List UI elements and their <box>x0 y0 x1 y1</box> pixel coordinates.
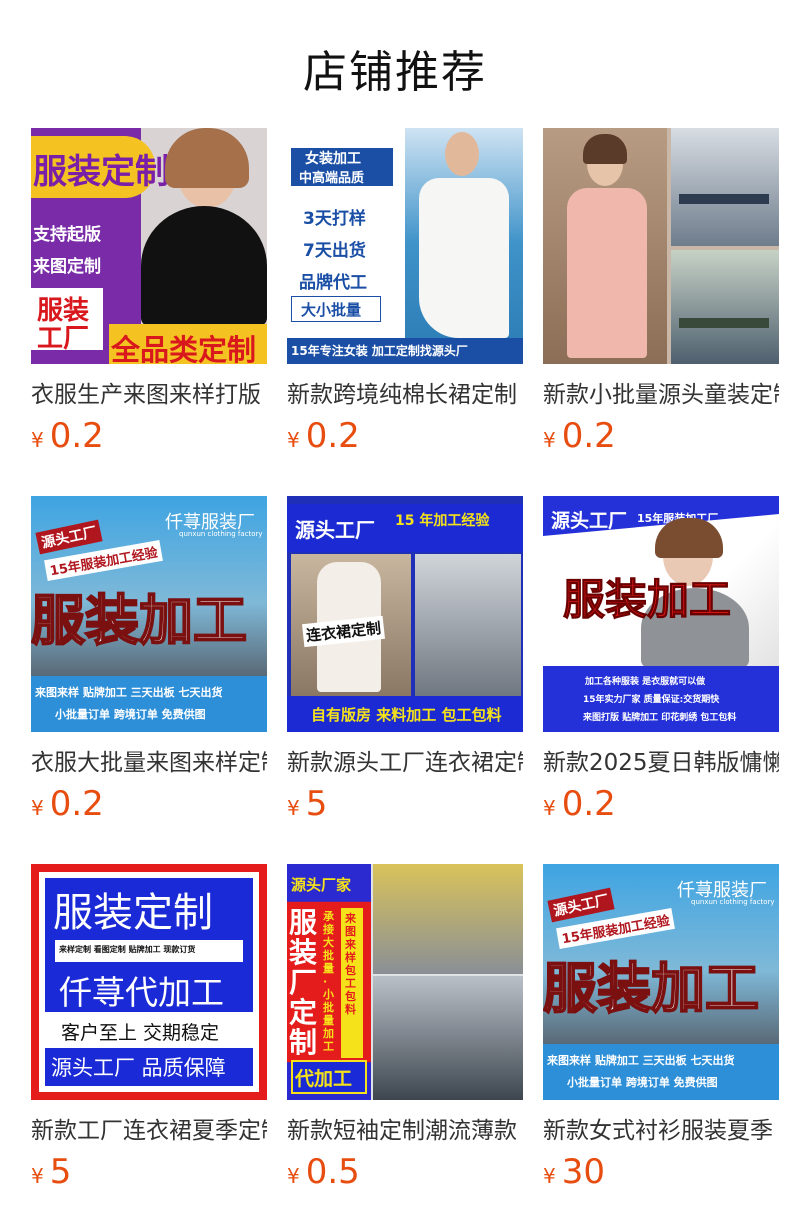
banner-text: 服装加工 <box>562 575 732 625</box>
product-name[interactable]: 衣服生产来图来样打版 <box>31 380 267 410</box>
product-card[interactable]: 服装定制 来样定制 看图定制 贴牌加工 现款订货 仟荨代加工 客户至上 交期稳定… <box>31 864 267 1232</box>
product-image[interactable]: 源头工厂 15年服装加工厂 服装加工 加工各种服装 是衣服就可以做 15年实力厂… <box>543 496 779 732</box>
product-price: ¥0.2 <box>31 784 104 824</box>
banner-text: 源头工厂 <box>35 519 103 555</box>
product-card[interactable]: 源头工厂 15 年加工经验 连衣裙定制 自有版房 来料加工 包工包料 新款源头工… <box>287 496 523 864</box>
product-price: ¥5 <box>287 784 328 824</box>
banner-text: 源头厂家 <box>291 876 352 894</box>
product-image[interactable]: 服装定制 来样定制 看图定制 贴牌加工 现款订货 仟荨代加工 客户至上 交期稳定… <box>31 864 267 1100</box>
banner-text: 女装加工 <box>305 151 361 167</box>
banner-text: 来图来样 贴牌加工 三天出板 七天出货 <box>35 686 223 699</box>
product-price: ¥0.2 <box>543 416 616 456</box>
product-grid: 服装定制 支持起版 来图定制 服装 工厂 全品类定制 衣服生产来图来样打版 ¥0… <box>31 128 779 1232</box>
product-card[interactable]: 源头工厂 15年服装加工厂 服装加工 加工各种服装 是衣服就可以做 15年实力厂… <box>543 496 779 864</box>
banner-text: 来样定制 看图定制 贴牌加工 现款订货 <box>59 945 196 954</box>
section-title: 店铺推荐 <box>303 47 487 98</box>
banner-text: 服装定制 <box>53 890 213 936</box>
banner-text: 15年实力厂家 质量保证:交货期快 <box>583 695 720 705</box>
product-name[interactable]: 衣服大批量来图来样定制 <box>31 748 267 778</box>
banner-text: 源头工厂 <box>551 510 628 532</box>
banner-text: 3天打样 <box>303 209 366 229</box>
banner-text: 7天出货 <box>303 241 366 261</box>
product-card[interactable]: 源头厂家 服装厂定制 承接大批量·小批量加工 来图来样 包工包料 代加工 新款短… <box>287 864 523 1232</box>
banner-text: 源头工厂 品质保障 <box>51 1056 226 1080</box>
product-price: ¥0.2 <box>287 416 360 456</box>
product-image[interactable]: 女装加工 中高端品质 3天打样 7天出货 品牌代工 大小批量 15年专注女装 加… <box>287 128 523 364</box>
product-name[interactable]: 新款跨境纯棉长裙定制 <box>287 380 523 410</box>
product-image[interactable]: 服装定制 支持起版 来图定制 服装 工厂 全品类定制 <box>31 128 267 364</box>
banner-text: 工厂 <box>37 324 90 354</box>
product-price: ¥0.5 <box>287 1152 360 1192</box>
banner-text: 来图打版 贴牌加工 印花刺绣 包工包料 <box>583 713 737 723</box>
banner-text: qunxun clothing factory <box>179 530 263 538</box>
banner-text: 服装加工 <box>31 588 248 653</box>
banner-text: 源头工厂 <box>547 887 615 923</box>
banner-text: 源头工厂 <box>295 518 375 542</box>
product-price: ¥0.2 <box>31 416 104 456</box>
product-name[interactable]: 新款短袖定制潮流薄款 <box>287 1116 523 1146</box>
banner-text: 仟荨代加工 <box>59 973 224 1012</box>
product-card[interactable]: 新款小批量源头童装定制 ¥0.2 <box>543 128 779 496</box>
banner-text: 来图来样 包工包料 <box>345 912 356 1016</box>
product-name[interactable]: 新款小批量源头童装定制 <box>543 380 779 410</box>
product-card[interactable]: 源头工厂 15年服装加工经验 仟荨服装厂 qunxun clothing fac… <box>31 496 267 864</box>
banner-text: 代加工 <box>295 1068 353 1090</box>
banner-text: 15年专注女装 加工定制找源头厂 <box>291 344 468 358</box>
product-image[interactable] <box>543 128 779 364</box>
banner-text: 15 年加工经验 <box>395 513 490 529</box>
product-image[interactable]: 源头工厂 15年服装加工经验 仟荨服装厂 qunxun clothing fac… <box>543 864 779 1100</box>
banner-text: 小批量订单 跨境订单 免费供图 <box>55 708 206 721</box>
product-price: ¥0.2 <box>543 784 616 824</box>
product-price: ¥5 <box>31 1152 72 1192</box>
product-name[interactable]: 新款女式衬衫服装夏季 <box>543 1116 779 1146</box>
product-card[interactable]: 源头工厂 15年服装加工经验 仟荨服装厂 qunxun clothing fac… <box>543 864 779 1232</box>
product-name[interactable]: 新款2025夏日韩版慵懒 <box>543 748 779 778</box>
banner-text: 服装厂定制 <box>289 906 318 1059</box>
banner-text: 来图来样 贴牌加工 三天出板 七天出货 <box>547 1054 735 1067</box>
banner-text: 品牌代工 <box>299 273 367 293</box>
banner-text: 来图定制 <box>33 257 101 277</box>
banner-text: 中高端品质 <box>299 171 365 186</box>
product-card[interactable]: 女装加工 中高端品质 3天打样 7天出货 品牌代工 大小批量 15年专注女装 加… <box>287 128 523 496</box>
product-card[interactable]: 服装定制 支持起版 来图定制 服装 工厂 全品类定制 衣服生产来图来样打版 ¥0… <box>31 128 267 496</box>
banner-text: 客户至上 交期稳定 <box>61 1022 220 1044</box>
banner-text: 服装加工 <box>543 956 760 1021</box>
banner-text: 全品类定制 <box>111 333 257 364</box>
banner-text: 大小批量 <box>301 301 362 319</box>
banner-text: 加工各种服装 是衣服就可以做 <box>585 677 706 687</box>
product-name[interactable]: 新款源头工厂连衣裙定制 <box>287 748 523 778</box>
banner-text: qunxun clothing factory <box>691 898 775 906</box>
product-image[interactable]: 源头工厂 15年服装加工经验 仟荨服装厂 qunxun clothing fac… <box>31 496 267 732</box>
banner-text: 小批量订单 跨境订单 免费供图 <box>567 1076 718 1089</box>
product-image[interactable]: 源头厂家 服装厂定制 承接大批量·小批量加工 来图来样 包工包料 代加工 <box>287 864 523 1100</box>
banner-text: 自有版房 来料加工 包工包料 <box>311 706 502 724</box>
product-image[interactable]: 源头工厂 15 年加工经验 连衣裙定制 自有版房 来料加工 包工包料 <box>287 496 523 732</box>
product-name[interactable]: 新款工厂连衣裙夏季定制 <box>31 1116 267 1146</box>
banner-text: 服装定制 <box>33 152 169 192</box>
banner-text: 支持起版 <box>33 225 101 245</box>
product-price: ¥30 <box>543 1152 605 1192</box>
banner-text: 承接大批量·小批量加工 <box>323 910 334 1053</box>
